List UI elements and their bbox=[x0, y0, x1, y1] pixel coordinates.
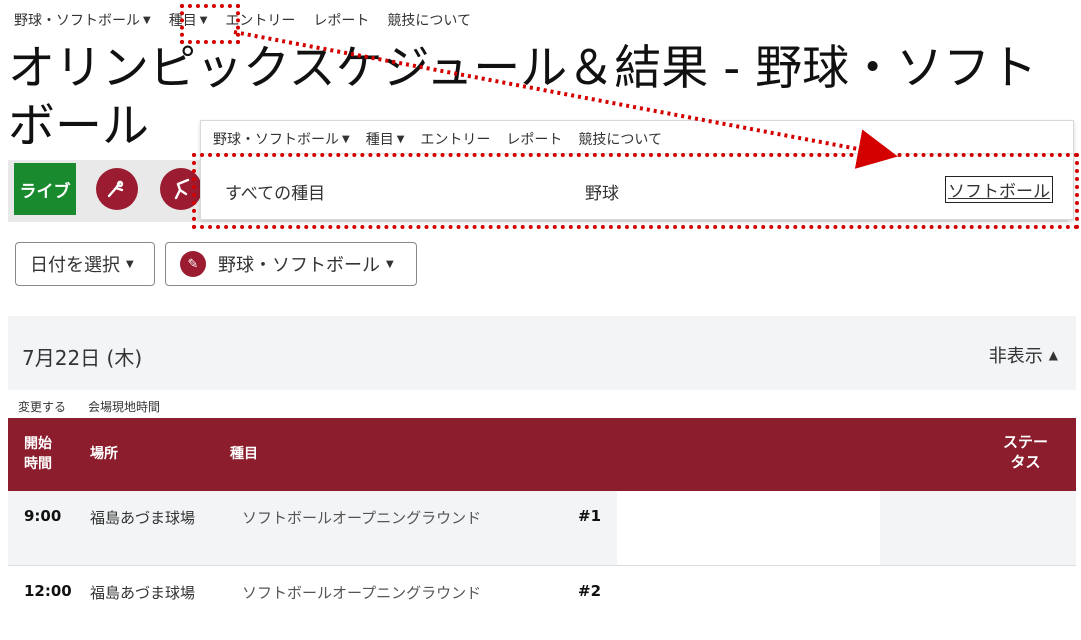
row-event: ソフトボールオープニングラウンド bbox=[242, 584, 482, 602]
row-match-number: #2 bbox=[578, 582, 602, 600]
row-blank-cell bbox=[617, 491, 880, 565]
change-timezone-link[interactable]: 変更する bbox=[18, 398, 66, 415]
date-select[interactable]: 日付を選択 ▼ bbox=[15, 242, 155, 286]
table-header: 開始 時間 場所 種目 ステー タス bbox=[8, 418, 1076, 491]
date-select-label: 日付を選択 bbox=[30, 255, 120, 276]
row-time: 12:00 bbox=[24, 582, 72, 600]
date-header: 7月22日 (木) 非表示 ▲ bbox=[8, 316, 1076, 390]
row-venue: 福島あづま球場 bbox=[90, 584, 196, 602]
hide-label: 非表示 bbox=[988, 346, 1043, 367]
table-row[interactable]: 12:00 福島あづま球場 ソフトボールオープニングラウンド #2 bbox=[8, 565, 1076, 640]
row-venue: 福島あづま球場 bbox=[90, 509, 196, 527]
chevron-up-icon: ▲ bbox=[1048, 348, 1058, 362]
row-time: 9:00 bbox=[24, 507, 62, 525]
header-status: ステー タス bbox=[1002, 433, 1048, 471]
timezone-row: 変更する 会場現地時間 bbox=[18, 398, 160, 415]
sport-select[interactable]: ✎ 野球・ソフトボール ▼ bbox=[165, 242, 417, 286]
table-row[interactable]: 9:00 福島あづま球場 ソフトボールオープニングラウンド #1 bbox=[8, 491, 1076, 565]
hide-toggle[interactable]: 非表示 ▲ bbox=[989, 342, 1058, 368]
header-venue: 場所 bbox=[90, 446, 118, 462]
header-event: 種目 bbox=[230, 446, 258, 462]
date-label: 7月22日 (木) bbox=[22, 346, 143, 370]
row-event: ソフトボールオープニングラウンド bbox=[242, 509, 482, 527]
local-time-label: 会場現地時間 bbox=[88, 400, 161, 414]
sport-select-label: 野球・ソフトボール bbox=[218, 255, 380, 276]
caret-down-icon: ▼ bbox=[386, 258, 394, 270]
softball-icon: ✎ bbox=[180, 251, 206, 277]
header-start-time: 開始 時間 bbox=[24, 436, 52, 472]
caret-down-icon: ▼ bbox=[126, 258, 134, 270]
row-match-number: #1 bbox=[578, 507, 602, 525]
